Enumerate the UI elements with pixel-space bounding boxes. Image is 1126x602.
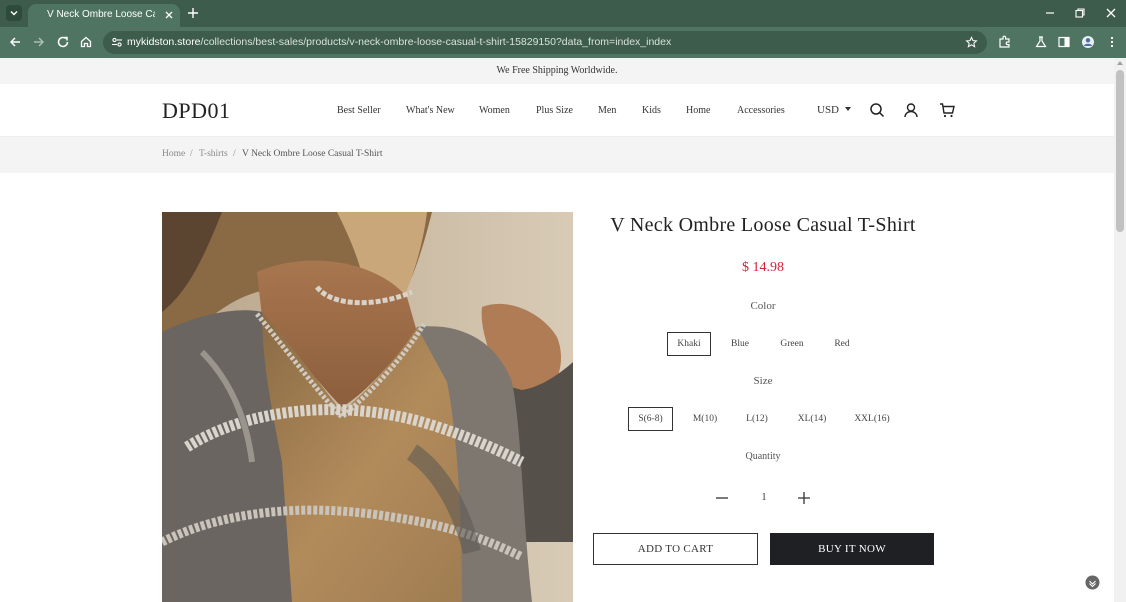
- buy-now-button[interactable]: BUY IT NOW: [770, 533, 934, 565]
- more-menu-icon[interactable]: [1105, 35, 1119, 49]
- forward-arrow-icon[interactable]: [32, 35, 46, 49]
- quantity-label: Quantity: [745, 451, 781, 462]
- new-tab-icon[interactable]: [186, 6, 200, 20]
- site-header: DPD01 Best Seller What's New Women Plus …: [0, 84, 1114, 137]
- product-price: $ 14.98: [742, 260, 784, 275]
- nav-best-seller[interactable]: Best Seller: [337, 105, 381, 116]
- home-icon[interactable]: [79, 35, 93, 49]
- product-image[interactable]: [162, 212, 573, 602]
- currency-value: USD: [817, 104, 840, 116]
- breadcrumb: Home / T-shirts / V Neck Ombre Loose Cas…: [0, 137, 1114, 173]
- nav-men[interactable]: Men: [598, 105, 616, 116]
- url-path: /collections/best-sales/products/v-neck-…: [200, 36, 672, 48]
- announcement-bar: We Free Shipping Worldwide.: [0, 58, 1114, 84]
- address-bar[interactable]: mykidston.store/collections/best-sales/p…: [103, 31, 987, 54]
- breadcrumb-current: V Neck Ombre Loose Casual T-Shirt: [242, 149, 383, 159]
- currency-selector[interactable]: USD: [817, 104, 852, 116]
- page-scrollbar[interactable]: [1114, 58, 1126, 602]
- nav-home[interactable]: Home: [686, 105, 710, 116]
- breadcrumb-category[interactable]: T-shirts: [199, 149, 228, 159]
- product-title: V Neck Ombre Loose Casual T-Shirt: [610, 214, 916, 236]
- site-logo[interactable]: DPD01: [162, 98, 231, 124]
- browser-tab-strip: V Neck Ombre Loose Casual T-Shirt: [0, 0, 1126, 27]
- breadcrumb-separator: /: [190, 149, 193, 159]
- plus-icon[interactable]: [797, 491, 811, 505]
- minus-icon[interactable]: [715, 491, 729, 505]
- lab-flask-icon[interactable]: [1034, 35, 1048, 49]
- color-option-red[interactable]: Red: [826, 332, 858, 356]
- nav-whats-new[interactable]: What's New: [406, 105, 455, 116]
- size-option-s[interactable]: S(6-8): [628, 407, 673, 431]
- caret-down-icon: [845, 107, 852, 111]
- restore-icon[interactable]: [1074, 7, 1086, 19]
- color-option-green[interactable]: Green: [771, 332, 813, 356]
- nav-plus-size[interactable]: Plus Size: [536, 105, 573, 116]
- size-label: Size: [753, 375, 773, 387]
- cart-icon[interactable]: [939, 102, 955, 118]
- close-window-icon[interactable]: [1105, 7, 1117, 19]
- scroll-to-top-icon[interactable]: [1085, 575, 1100, 590]
- reload-icon[interactable]: [56, 35, 70, 49]
- minimize-icon[interactable]: [1044, 7, 1056, 19]
- close-icon[interactable]: [163, 9, 175, 21]
- nav-women[interactable]: Women: [479, 105, 510, 116]
- url-text: mykidston.store/collections/best-sales/p…: [127, 36, 671, 48]
- quantity-value[interactable]: 1: [754, 492, 774, 503]
- account-icon[interactable]: [903, 102, 919, 118]
- size-option-m[interactable]: M(10): [686, 407, 724, 431]
- breadcrumb-separator: /: [233, 149, 236, 159]
- color-option-khaki[interactable]: Khaki: [667, 332, 711, 356]
- back-arrow-icon[interactable]: [8, 35, 22, 49]
- tab-title: V Neck Ombre Loose Casual T-Shirt: [47, 9, 155, 20]
- breadcrumb-home[interactable]: Home: [162, 149, 185, 159]
- url-host: mykidston.store: [127, 36, 201, 48]
- color-label: Color: [750, 300, 776, 312]
- scroll-up-arrow[interactable]: [1117, 61, 1123, 65]
- nav-kids[interactable]: Kids: [642, 105, 661, 116]
- browser-tab-active[interactable]: V Neck Ombre Loose Casual T-Shirt: [28, 4, 180, 27]
- tab-search-button[interactable]: [6, 5, 22, 21]
- browser-toolbar: mykidston.store/collections/best-sales/p…: [0, 27, 1126, 58]
- site-settings-icon[interactable]: [111, 36, 123, 48]
- bookmark-star-icon[interactable]: [965, 36, 978, 49]
- scroll-thumb[interactable]: [1116, 70, 1124, 232]
- size-option-xl[interactable]: XL(14): [792, 407, 832, 431]
- extensions-icon[interactable]: [998, 35, 1012, 49]
- chevron-down-icon: [10, 11, 18, 16]
- search-icon[interactable]: [869, 102, 885, 118]
- product-photo-illustration: [162, 212, 573, 602]
- color-option-blue[interactable]: Blue: [722, 332, 758, 356]
- size-option-l[interactable]: L(12): [740, 407, 774, 431]
- add-to-cart-button[interactable]: ADD TO CART: [593, 533, 758, 565]
- nav-accessories[interactable]: Accessories: [737, 105, 785, 116]
- side-panel-icon[interactable]: [1057, 35, 1071, 49]
- profile-avatar-icon[interactable]: [1081, 35, 1095, 49]
- size-option-xxl[interactable]: XXL(16): [849, 407, 895, 431]
